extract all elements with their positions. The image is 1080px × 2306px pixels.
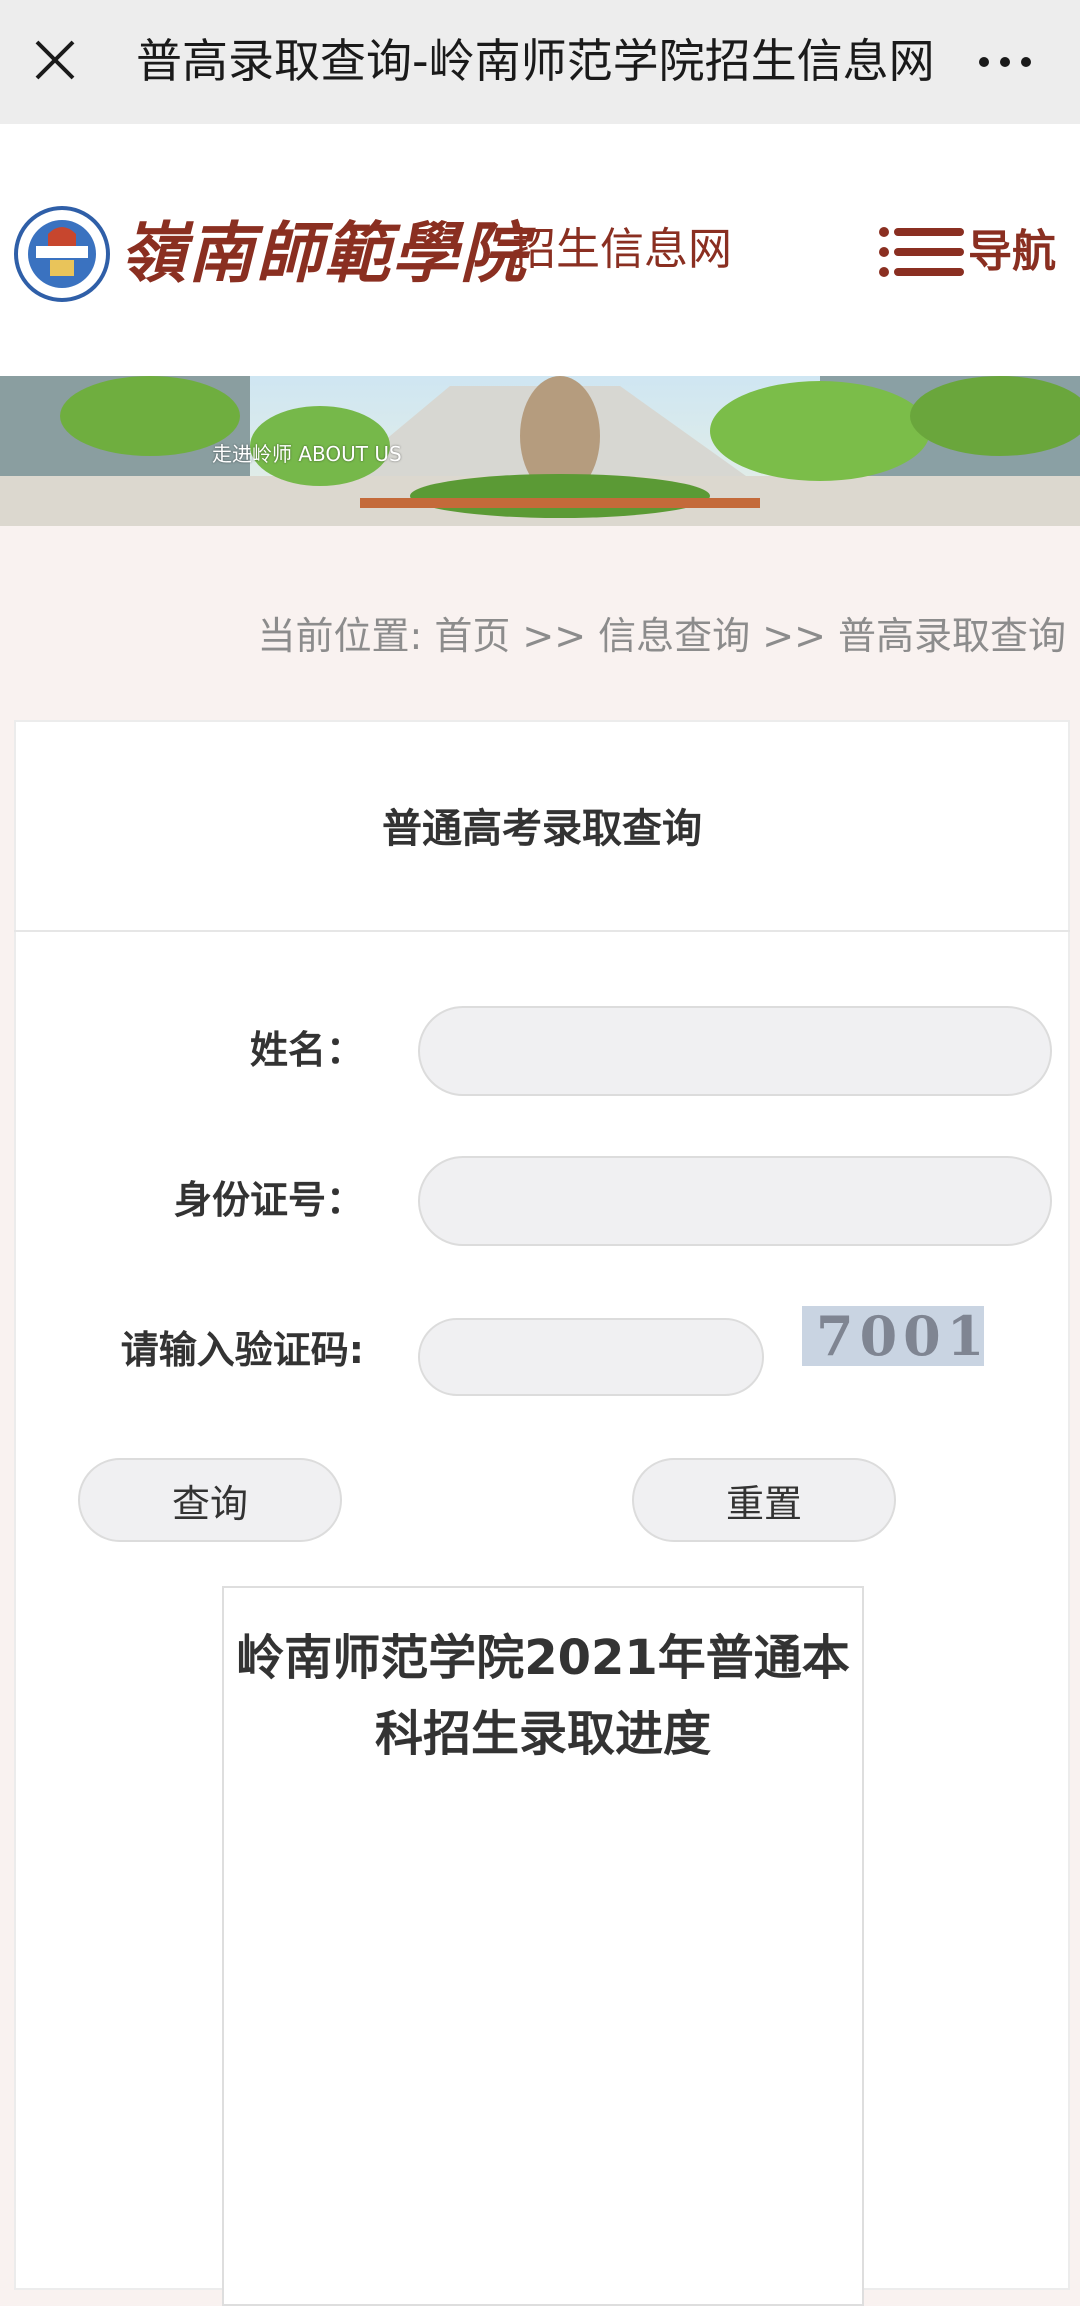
query-button[interactable]: 查询 (78, 1458, 342, 1542)
breadcrumb: 当前位置: 首页 >> 信息查询 >> 普高录取查询 (257, 614, 1066, 658)
captcha-label: 请输入验证码: (120, 1328, 364, 1372)
nav-label: 导航 (968, 226, 1056, 277)
window-titlebar: 普高录取查询-岭南师范学院招生信息网 (0, 0, 1080, 124)
site-header: 嶺南師範學院 招生信息网 导航 (0, 124, 1080, 376)
menu-lines-icon (876, 226, 966, 278)
captcha-text: 7001 (816, 1306, 984, 1366)
nav-button[interactable]: 导航 (872, 214, 1062, 290)
name-input[interactable] (418, 1006, 1052, 1096)
banner-overlay-text: 走进岭师 ABOUT US (212, 442, 402, 466)
site-name: 招生信息网 (512, 224, 732, 275)
more-icon[interactable] (972, 34, 1038, 90)
captcha-input[interactable] (418, 1318, 764, 1396)
name-label: 姓名： (249, 1028, 364, 1072)
form-title: 普通高考录取查询 (14, 720, 1070, 932)
window-title: 普高录取查询-岭南师范学院招生信息网 (136, 34, 935, 88)
school-emblem-icon (14, 206, 110, 302)
campus-banner-image (0, 376, 1080, 526)
admission-progress-title: 岭南师范学院2021年普通本科招生录取进度 (236, 1630, 850, 1762)
captcha-image[interactable]: 7001 (802, 1306, 984, 1366)
id-number-input[interactable] (418, 1156, 1052, 1246)
reset-button[interactable]: 重置 (632, 1458, 896, 1542)
school-name: 嶺南師範學院 (120, 214, 528, 292)
id-number-label: 身份证号： (173, 1178, 364, 1222)
close-icon[interactable] (28, 28, 82, 92)
